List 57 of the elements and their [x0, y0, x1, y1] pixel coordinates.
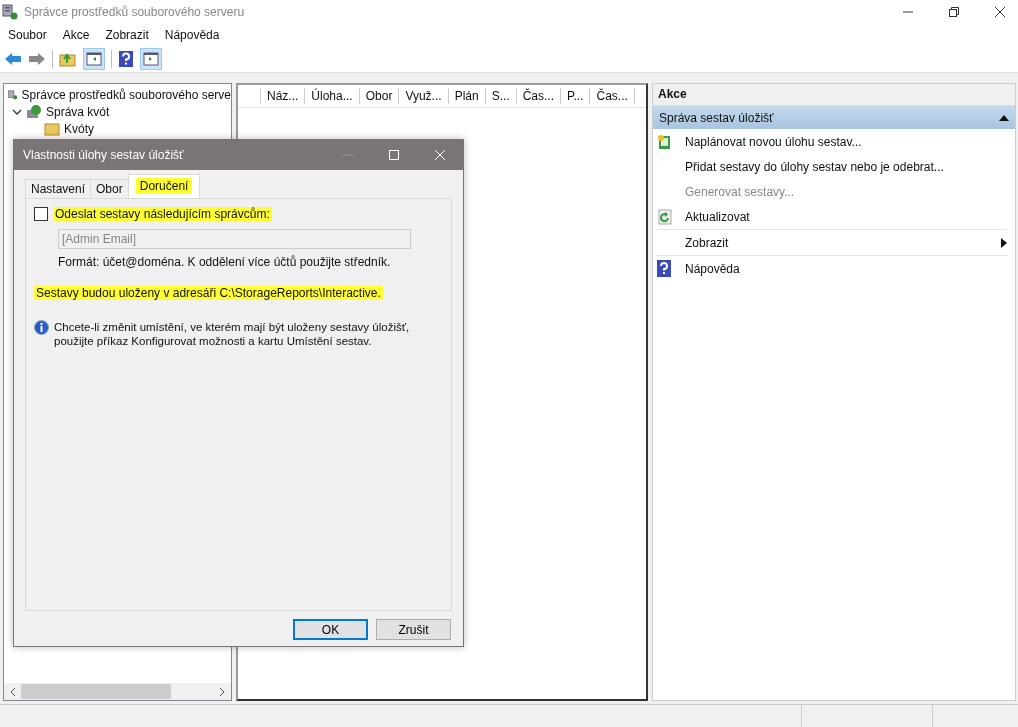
checkbox[interactable] — [34, 207, 48, 221]
scroll-thumb[interactable] — [21, 684, 171, 699]
tree-item[interactable]: Správce prostředků souborového serve — [21, 87, 231, 102]
tree-item[interactable]: Správa kvót — [46, 104, 110, 119]
folder-icon — [44, 121, 60, 136]
forward-arrow-icon[interactable] — [28, 51, 46, 67]
refresh-icon — [657, 208, 673, 225]
maximize-icon[interactable] — [388, 149, 400, 161]
column-header[interactable]: Úloha... — [305, 88, 360, 104]
menu-item[interactable]: Nápověda — [164, 28, 220, 42]
restore-icon[interactable] — [948, 6, 960, 18]
location-text: Sestavy budou uloženy v adresáři C:\StorageReports\Interactive. — [36, 286, 381, 300]
column-header[interactable]: Plán — [448, 88, 486, 104]
dialog-title: Vlastnosti úlohy sestav úložišť — [23, 148, 184, 162]
menu-item[interactable]: Zobrazit — [105, 28, 149, 42]
column-header[interactable]: Využ... — [399, 88, 449, 104]
report-icon — [657, 133, 673, 150]
dialog-button[interactable]: Zrušit — [376, 619, 451, 640]
column-header[interactable]: P... — [561, 88, 591, 104]
back-arrow-icon[interactable] — [4, 51, 22, 67]
quota-icon — [26, 103, 42, 120]
section-header[interactable]: Správa sestav úložišť — [653, 106, 1015, 129]
tab[interactable]: Nastavení — [25, 179, 92, 198]
submenu-arrow-icon — [1001, 237, 1007, 248]
collapse-icon[interactable] — [999, 113, 1009, 122]
help-icon — [657, 260, 671, 277]
dialog-button[interactable]: OK — [293, 619, 368, 640]
server-icon — [2, 4, 18, 20]
action-item[interactable]: Zobrazit — [657, 229, 1007, 256]
window-title: Správce prostředků souborového serveru — [24, 5, 245, 19]
info-icon — [34, 320, 49, 335]
action-item[interactable]: Přidat sestavy do úlohy sestav nebo je odebrat... — [657, 154, 1007, 179]
column-header[interactable]: S... — [485, 88, 517, 104]
format-hint: Formát: účet@doména. K oddělení více účtů použijte středník. — [58, 255, 392, 269]
column-header[interactable]: Čas... — [590, 88, 635, 104]
scroll-right-icon[interactable] — [218, 686, 226, 697]
action-item[interactable]: Aktualizovat — [657, 204, 1007, 229]
column-header[interactable]: Obor — [359, 88, 400, 104]
scroll-left-icon[interactable] — [9, 686, 17, 697]
actions-header: Akce — [653, 84, 1015, 106]
action-pane-icon[interactable] — [140, 48, 162, 70]
tab[interactable]: Doručení — [127, 174, 201, 198]
column-header[interactable]: Náz... — [261, 88, 306, 104]
action-item[interactable]: Nápověda — [657, 256, 1007, 281]
info-text: Chcete-li změnit umístění, ve kterém mají být uloženy sestavy úložišť, použijte příkaz Konfigurovat možnosti a kartu Umístění sestav. — [54, 320, 411, 348]
tree-item[interactable]: Kvóty — [64, 121, 94, 136]
action-item[interactable]: Naplánovat novou úlohu sestav... — [657, 129, 1007, 154]
menu-item[interactable]: Soubor — [8, 28, 47, 42]
column-header[interactable]: Čas... — [516, 88, 561, 104]
folder-up-icon[interactable] — [59, 51, 77, 67]
close-icon[interactable] — [994, 6, 1006, 18]
checkbox-label[interactable]: Odeslat sestavy následujícím správcům: — [55, 207, 270, 221]
help-icon[interactable] — [118, 50, 134, 68]
tab-label: Doručení — [139, 179, 189, 193]
pane-toggle-icon[interactable] — [83, 48, 105, 70]
horizontal-scrollbar[interactable] — [4, 683, 231, 700]
menu-item[interactable]: Akce — [62, 28, 90, 42]
